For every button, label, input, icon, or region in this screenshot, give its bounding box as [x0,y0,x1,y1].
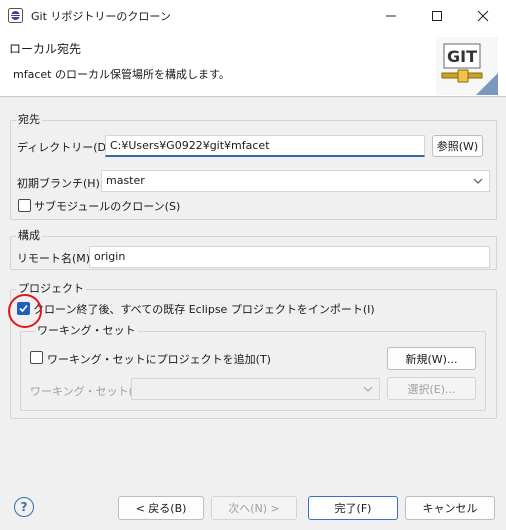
close-button[interactable] [460,0,506,31]
working-set-group-label: ワーキング・セット [35,322,138,338]
select-working-set-button[interactable]: 選択(E)... [387,377,476,400]
cancel-button[interactable]: キャンセル [405,496,495,520]
window-title: Git リポジトリーのクローン [31,10,171,23]
wizard-banner: ローカル宛先 mfacet のローカル保管場所を構成します。 GIT [0,31,506,97]
initial-branch-select[interactable]: master [101,170,490,192]
import-projects-label: クローン終了後、すべての既存 Eclipse プロジェクトをインポート(I) [33,303,375,316]
git-logo-icon: GIT [436,37,498,95]
chevron-down-icon [473,178,483,184]
page-title: ローカル宛先 [9,42,82,56]
help-icon[interactable]: ? [14,497,34,517]
remote-name-input[interactable]: origin [89,246,490,268]
chevron-down-icon [363,386,373,392]
browse-button[interactable]: 参照(W) [432,135,483,157]
checkmark-icon [19,304,28,313]
git-logo-text: GIT [447,47,477,66]
import-projects-checkbox[interactable] [17,302,30,315]
initial-branch-value: master [106,174,145,187]
remote-name-label: リモート名(M): [17,252,94,265]
directory-input[interactable]: C:¥Users¥G0922¥git¥mfacet [105,135,425,157]
working-set-select[interactable] [131,378,380,400]
next-button[interactable]: 次へ(N) > [211,496,297,520]
submodule-checkbox[interactable] [18,199,31,212]
close-icon [477,10,489,21]
add-to-working-set-checkbox[interactable] [30,351,43,364]
maximize-button[interactable] [414,0,460,31]
finish-button[interactable]: 完了(F) [308,496,398,520]
initial-branch-label: 初期ブランチ(H): [17,177,104,190]
directory-label: ディレクトリー(D): [17,141,114,154]
add-to-working-set-label: ワーキング・セットにプロジェクトを追加(T) [47,353,271,366]
submodule-checkbox-label: サブモジュールのクローン(S) [34,200,181,213]
minimize-icon [386,15,396,16]
maximize-icon [432,10,442,21]
new-working-set-button[interactable]: 新規(W)... [387,347,476,370]
eclipse-app-icon [8,8,23,23]
page-description: mfacet のローカル保管場所を構成します。 [13,68,230,81]
destination-group-label: 宛先 [16,111,42,127]
back-button[interactable]: < 戻る(B) [118,496,204,520]
configuration-group-label: 構成 [16,227,42,243]
title-bar: Git リポジトリーのクローン [0,0,506,31]
minimize-button[interactable] [368,0,414,31]
projects-group-label: プロジェクト [16,280,86,296]
